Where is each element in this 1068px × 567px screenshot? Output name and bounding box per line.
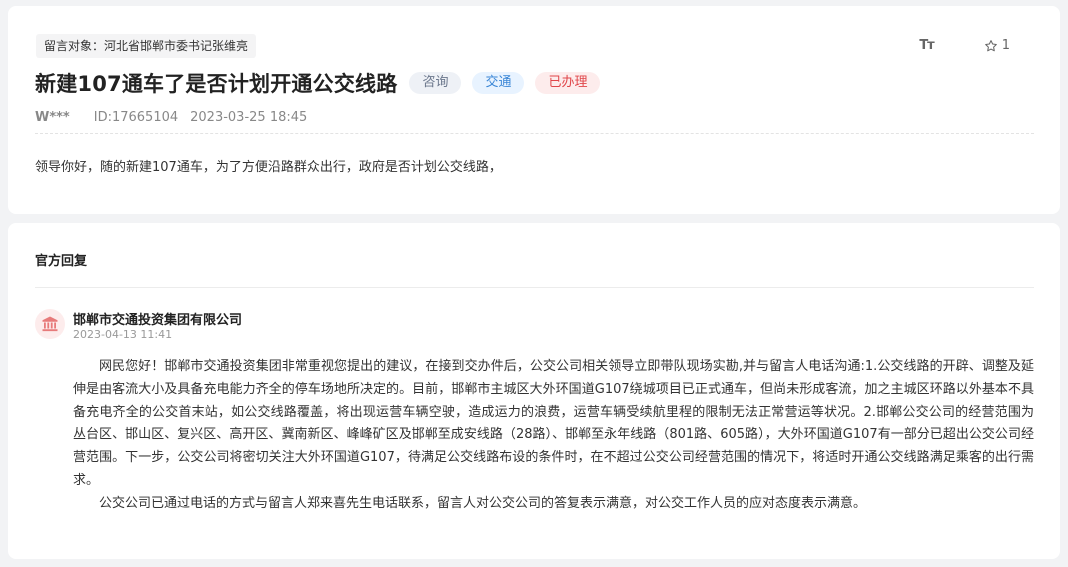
font-size-icon[interactable]: Tт	[919, 38, 934, 53]
reply-paragraph: 公交公司已通过电话的方式与留言人郑来喜先生电话联系，留言人对公交公司的答复表示满…	[99, 495, 867, 511]
meta-divider	[35, 133, 1034, 134]
message-card: 留言对象：河北省邯郸市委书记张维亮 Tт 1 新建107通车了是否计划开通公交线…	[8, 6, 1060, 214]
reply-divider	[35, 287, 1034, 288]
status-badge: 已办理	[535, 72, 601, 94]
author-name: W***	[35, 110, 70, 125]
reply-paragraph: 网民您好！邯郸市交通投资集团非常重视您提出的建议，在接到交办件后，公交公司相关领…	[73, 359, 1034, 488]
message-title: 新建107通车了是否计划开通公交线路	[35, 72, 398, 96]
favorite-count: 1	[1001, 38, 1010, 53]
reply-body: 网民您好！邯郸市交通投资集团非常重视您提出的建议，在接到交办件后，公交公司相关领…	[73, 356, 1034, 516]
message-content: 领导你好，随的新建107通车，为了方便沿路群众出行，政府是否计划公交线路，	[35, 160, 502, 175]
message-target-tag: 留言对象：河北省邯郸市委书记张维亮	[36, 34, 257, 58]
reply-time: 2023-04-13 11:41	[73, 328, 173, 341]
reply-heading: 官方回复	[35, 254, 88, 269]
message-time: 2023-03-25 18:45	[190, 110, 308, 125]
message-tools: Tт 1	[919, 38, 1010, 53]
tag-consult: 咨询	[409, 72, 462, 94]
government-building-icon	[42, 316, 58, 332]
org-avatar	[35, 309, 65, 339]
favorite-button[interactable]: 1	[984, 38, 1010, 53]
tag-traffic: 交通	[472, 72, 525, 94]
star-icon	[984, 39, 997, 51]
title-row: 新建107通车了是否计划开通公交线路 咨询 交通 已办理	[35, 68, 601, 98]
reply-card: 官方回复 邯郸市交通投资集团有限公司 2023-04-13 11:41 网民您好…	[8, 223, 1060, 559]
message-id: ID:17665104	[93, 110, 179, 125]
org-name: 邯郸市交通投资集团有限公司	[73, 313, 243, 328]
message-meta: W*** ID:17665104 2023-03-25 18:45	[35, 110, 307, 125]
